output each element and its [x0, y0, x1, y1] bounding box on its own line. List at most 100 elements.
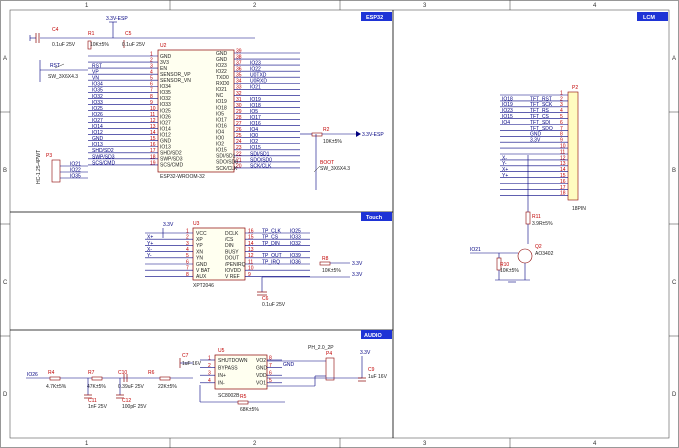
r4-ref: R4	[48, 370, 55, 376]
c9-value: 1uF 16V	[368, 374, 388, 380]
touch-pin-number: 3	[186, 241, 189, 247]
touch-pin-name: IOVDD	[225, 268, 241, 274]
touch-vcc-net: 3.3V	[163, 222, 174, 228]
audio-amp-ref: U5	[218, 348, 225, 354]
audio-right-pins: VO2 8GND 7VDD 6VO1 5	[256, 355, 282, 387]
lcm-connector	[567, 91, 579, 201]
r11-ref: R11	[532, 214, 541, 220]
schematic-sheet: 1 2 3 4 1 2 3 4 A B C D A B C D ESP32 LC…	[0, 0, 679, 448]
c12-value: 100pF 25V	[122, 404, 147, 410]
r5-value: 68K±5%	[240, 407, 259, 413]
esp32-pin-net: SCK/CLK	[250, 163, 272, 169]
esp32-pin-net: SCS/CMD	[92, 160, 115, 166]
audio-section: IO26 R4 4.7K±5% R7 47K±5% C10 0.39uF 25V…	[26, 345, 388, 413]
touch-pin-net: X-	[147, 247, 152, 253]
q2-part: AO3402	[535, 251, 554, 257]
ruler-col-2: 2	[253, 3, 257, 9]
speaker-connector	[325, 357, 335, 381]
r11-value: 3.9R±5%	[532, 221, 553, 227]
audio-amp-part: SC8002B	[218, 393, 240, 399]
esp32-pin-number: 20	[236, 163, 242, 169]
touch-pin-number: 8	[186, 272, 189, 278]
q2-ref: Q2	[535, 244, 542, 250]
touch-pin-name: /CS	[225, 237, 234, 243]
touch-pin-net: TP_DIN	[262, 241, 280, 247]
touch-pin-number: 11	[248, 259, 253, 265]
ruler-col-4-bottom: 4	[593, 441, 597, 447]
section-title-touch: Touch	[366, 215, 383, 221]
r1-ref: R1	[88, 31, 95, 37]
esp32-pin-name: SCS/CMD	[160, 163, 183, 169]
p4-part: PH_2.0_2P	[308, 345, 334, 351]
r8-3v3-net: 3.3V	[352, 261, 363, 267]
touch-pin-number: 7	[186, 266, 189, 272]
audio-pin-number: 1	[208, 355, 211, 361]
c10-ref: C10	[118, 370, 127, 376]
lcm-pin-net: 3.3V	[530, 138, 541, 144]
touch-pin-name: YP	[196, 243, 203, 249]
section-title-lcm: LCM	[643, 15, 655, 21]
touch-pin-name: VCC	[196, 231, 207, 237]
touch-pin-name: DIN	[225, 243, 234, 249]
c5-ref: C5	[125, 31, 132, 37]
audio-pin-name: IN+	[218, 373, 226, 379]
ruler-row-d: D	[3, 392, 8, 398]
touch-pin-net: Y-	[147, 253, 152, 259]
lcm-ref: P2	[572, 85, 578, 91]
touch-pin-name: BUSY	[225, 249, 239, 255]
c4-value: 0.1uF 25V	[52, 42, 76, 48]
audio-pin-name: VO1	[256, 381, 266, 387]
touch-pin-name: GND	[196, 262, 208, 268]
touch-left-pins: VCC 1 XP 2 X+ YP 3 Y+ XN 4 X- YN 5 Y- GND 6 V BAT 7 AUX 8	[145, 228, 210, 280]
touch-pin-net: TP_OUT	[262, 253, 282, 259]
touch-pin-number: 1	[186, 228, 189, 234]
p4-ref: P4	[326, 351, 332, 357]
c6-value: 0.1uF 25V	[262, 302, 286, 308]
c9-ref: C9	[368, 367, 375, 373]
section-header-audio: AUDIO	[361, 330, 392, 339]
touch-pin-number: 9	[248, 272, 251, 278]
ruler-col-3-bottom: 3	[423, 441, 427, 447]
ruler-row-c: C	[3, 280, 8, 286]
audio-pin-name: BYPASS	[218, 365, 238, 371]
touch-pin-io: IO25	[290, 228, 301, 234]
section-title-esp32: ESP32	[366, 15, 383, 21]
lcm-left-net: Y+	[502, 173, 508, 179]
p3-ref: P3	[46, 153, 52, 159]
touch-pin-io: IO36	[290, 259, 301, 265]
p3-connector	[51, 159, 61, 183]
touch-pin-number: 5	[186, 253, 189, 259]
ruler-row-b: B	[3, 168, 7, 174]
r2-ref: R2	[323, 127, 330, 133]
r8-ref: R8	[322, 256, 329, 262]
ruler-row-a-right: A	[672, 56, 676, 62]
ruler-row-c-right: C	[672, 280, 677, 286]
touch-pin-name: /PENIRQ	[225, 262, 246, 268]
ruler-col-2-bottom: 2	[253, 441, 257, 447]
sheet-border	[0, 0, 679, 448]
touch-pin-name: DOUT	[225, 256, 239, 262]
touch-pin-number: 4	[186, 247, 189, 253]
section-header-touch: Touch	[361, 212, 392, 221]
lcm-part: 18PIN	[572, 206, 586, 212]
c4-ref: C4	[52, 27, 59, 33]
touch-pin-io: IO39	[290, 253, 301, 259]
touch-pin-number: 14	[248, 241, 254, 247]
rst-switch-net: RST	[50, 63, 60, 69]
section-header-lcm: LCM	[637, 12, 668, 21]
p3-nets: IO21IO22IO35	[60, 161, 88, 179]
audio-pin-number: 2	[208, 363, 211, 369]
ruler-col-3: 3	[423, 3, 427, 9]
touch-pin-number: 10	[248, 266, 254, 272]
touch-pin-name: DCLK	[225, 231, 239, 237]
ruler-row-b-right: B	[672, 168, 676, 174]
audio-input-net: IO26	[27, 372, 38, 378]
r1-value: 10K±5%	[90, 42, 109, 48]
c7-ref: C7	[182, 353, 189, 359]
esp32-pin-name: SCK/CLK	[216, 166, 238, 172]
r10-value: 10K±5%	[500, 268, 519, 274]
touch-ref: U3	[193, 221, 200, 227]
touch-pin-io: IO33	[290, 235, 301, 241]
touch-pin-name: YN	[196, 256, 203, 262]
r6-value: 22K±5%	[158, 384, 177, 390]
